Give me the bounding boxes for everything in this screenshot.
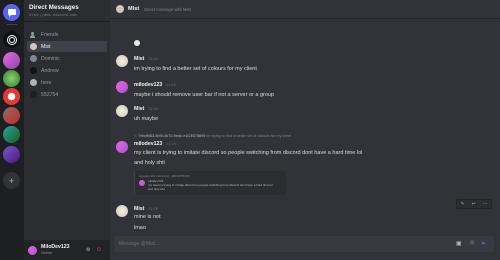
server-icon-photo[interactable] — [3, 107, 20, 124]
server-icon-red[interactable] — [3, 88, 20, 105]
skull-emoji — [134, 40, 140, 46]
reply-id: 7ebdf463-5b9f-4b70-9edc-e1f28378899 — [138, 134, 206, 138]
message-embed[interactable]: repeater.kitit.net/s/Ims/_u6RNFP84O5 mil… — [134, 171, 286, 195]
avatar[interactable] — [116, 105, 128, 117]
message-time: 21:28 — [148, 207, 158, 211]
embed-url[interactable]: repeater.kitit.net/s/Ims/_u6RNFP84O5 — [139, 174, 282, 178]
server-icon-green[interactable] — [3, 70, 20, 87]
message-text: mine is not — [134, 214, 161, 220]
server-icon-teal[interactable] — [3, 126, 20, 143]
settings-icon[interactable]: ⚙ — [86, 247, 90, 253]
message-author: milodev123 21:25 — [134, 82, 176, 88]
edit-icon[interactable]: ✎ — [461, 201, 465, 207]
attach-icon[interactable]: ▣ — [456, 240, 462, 247]
author-name[interactable]: milodev123 — [134, 82, 162, 88]
chat-bubble-icon — [7, 8, 16, 17]
sidebar-subtitle: http://dms.discord.com — [29, 13, 77, 17]
message-author: Mist 21:26 — [134, 106, 158, 112]
message-composer[interactable]: Message @Mist... ▣ ☺ ➤ — [114, 236, 494, 252]
sidebar-item-label: Andrew — [41, 67, 59, 74]
add-server-button[interactable]: + — [3, 172, 20, 189]
message-time: 21:25 — [148, 57, 158, 61]
avatar[interactable] — [116, 205, 128, 217]
embed-text: my client is trying to imitate discord s… — [148, 182, 273, 187]
embed-content: milodev123 my client is trying to imitat… — [139, 179, 273, 192]
reply-icon[interactable]: ↩ — [472, 201, 476, 207]
avatar[interactable] — [116, 141, 128, 153]
chat-header: Mist Direct message with Mist — [110, 0, 500, 19]
emoji-icon[interactable]: ☺ — [469, 240, 475, 246]
sidebar-divider — [24, 21, 110, 22]
channel-description: Direct message with Mist — [144, 6, 191, 12]
server-icon-pink[interactable] — [3, 52, 20, 69]
message-text: im trying to find a better set of colour… — [134, 66, 257, 72]
author-name[interactable]: Mist — [134, 206, 144, 212]
channel-name: Mist — [128, 6, 140, 12]
avatar — [30, 91, 37, 98]
message-text: maybe i should remove user bar if not a … — [134, 92, 275, 98]
embed-text: and holy shit — [148, 186, 165, 191]
sidebar-item-label: Friends — [41, 31, 59, 38]
server-rail: + — [0, 0, 24, 260]
message-author: milodev123 21:26 — [134, 141, 176, 147]
message-author: Mist 21:28 — [134, 206, 158, 212]
message-text: my client is trying to imitate discord s… — [134, 150, 363, 156]
rail-divider — [7, 24, 17, 25]
avatar[interactable] — [28, 245, 37, 255]
sidebar-item-here[interactable]: here — [27, 77, 107, 88]
server-icon-purple[interactable] — [3, 146, 20, 163]
sidebar-title: Direct Messages — [29, 4, 79, 11]
dm-sidebar: Direct Messages http://dms.discord.com F… — [24, 0, 110, 260]
avatar — [139, 180, 145, 186]
spiral-icon — [6, 34, 17, 45]
avatar[interactable] — [116, 55, 128, 67]
author-name[interactable]: milodev123 — [134, 141, 162, 147]
message-text: lmao — [134, 225, 146, 231]
sidebar-item-mist[interactable]: Mist — [27, 41, 107, 52]
sidebar-item-552754[interactable]: 552754 — [27, 89, 107, 100]
friends-icon — [30, 31, 37, 38]
user-panel: MiloDev123 Online ⚙ ⏻ — [24, 240, 110, 260]
logout-icon[interactable]: ⏻ — [97, 247, 101, 253]
author-name[interactable]: Mist — [134, 56, 144, 62]
message-text: and holy shit — [134, 160, 165, 166]
message-time: 21:26 — [166, 142, 176, 146]
reply-reference[interactable]: ↳ 7ebdf463-5b9f-4b70-9edc-e1f28378899 im… — [134, 133, 291, 138]
avatar — [30, 43, 37, 50]
sidebar-item-friends[interactable]: Friends — [27, 29, 107, 40]
home-button[interactable] — [3, 4, 20, 21]
avatar — [116, 5, 124, 13]
message-author: Mist 21:25 — [134, 56, 158, 62]
reply-text: im trying to find a better set of colour… — [206, 134, 292, 138]
user-status: Online — [41, 250, 52, 255]
message-time: 21:25 — [166, 83, 176, 87]
message-input[interactable]: Message @Mist... — [119, 241, 159, 247]
send-icon[interactable]: ➤ — [481, 240, 486, 247]
author-name[interactable]: Mist — [134, 106, 144, 112]
avatar — [30, 67, 37, 74]
sidebar-item-label: Dominic — [41, 55, 60, 62]
sidebar-item-andrew[interactable]: Andrew — [27, 65, 107, 76]
message-text: uh maybe — [134, 116, 159, 122]
sidebar-item-label: here — [41, 79, 52, 86]
sidebar-item-label: Mist — [41, 43, 51, 50]
message-actions-toolbar: ✎ ↩ ⋯ — [456, 199, 492, 209]
avatar — [30, 79, 37, 86]
avatar[interactable] — [116, 81, 128, 93]
sidebar-item-label: 552754 — [41, 91, 59, 98]
server-icon-spiral[interactable] — [3, 31, 20, 48]
more-icon[interactable]: ⋯ — [483, 201, 488, 207]
avatar — [30, 55, 37, 62]
message-time: 21:26 — [148, 107, 158, 111]
sidebar-item-dominic[interactable]: Dominic — [27, 53, 107, 64]
